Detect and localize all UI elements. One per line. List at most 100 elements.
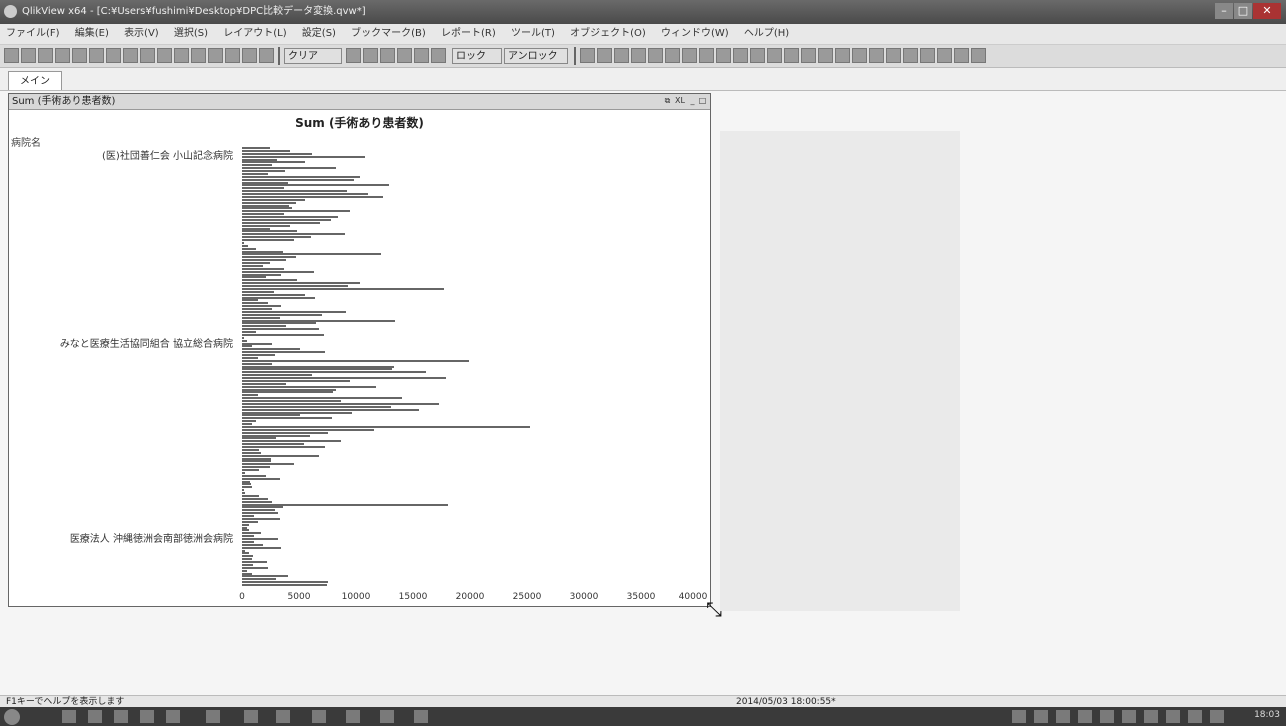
bar[interactable] bbox=[242, 198, 306, 201]
maximize-object-icon[interactable]: □ bbox=[698, 96, 707, 106]
bar[interactable] bbox=[242, 540, 255, 543]
bar[interactable] bbox=[242, 471, 246, 474]
bar[interactable] bbox=[242, 184, 389, 187]
bar[interactable] bbox=[242, 558, 253, 561]
button-object-icon[interactable] bbox=[699, 48, 714, 63]
start-button-icon[interactable] bbox=[4, 709, 20, 725]
bar[interactable] bbox=[242, 213, 284, 216]
undo-icon[interactable] bbox=[89, 48, 104, 63]
bar[interactable] bbox=[242, 466, 271, 469]
bar[interactable] bbox=[242, 529, 249, 532]
bar[interactable] bbox=[242, 287, 444, 290]
bar[interactable] bbox=[242, 549, 246, 552]
bar[interactable] bbox=[242, 581, 328, 584]
bar[interactable] bbox=[242, 270, 315, 273]
bar[interactable] bbox=[242, 391, 334, 394]
tray-icon[interactable] bbox=[1166, 710, 1180, 723]
qlikview-task-icon[interactable] bbox=[414, 710, 428, 723]
bar[interactable] bbox=[242, 336, 245, 339]
align-top-icon[interactable] bbox=[920, 48, 935, 63]
bar[interactable] bbox=[242, 520, 258, 523]
bar[interactable] bbox=[242, 532, 262, 535]
find-icon[interactable] bbox=[208, 48, 223, 63]
bar[interactable] bbox=[242, 446, 326, 449]
bar[interactable] bbox=[242, 190, 347, 193]
bar[interactable] bbox=[242, 210, 351, 213]
forward-icon[interactable] bbox=[191, 48, 206, 63]
bar[interactable] bbox=[242, 460, 272, 463]
align-bottom-icon[interactable] bbox=[937, 48, 952, 63]
minimize-object-icon[interactable]: _ bbox=[688, 96, 697, 106]
bar[interactable] bbox=[242, 164, 273, 167]
line-arrow-icon[interactable] bbox=[733, 48, 748, 63]
bar[interactable] bbox=[242, 342, 273, 345]
clear-button[interactable]: クリア bbox=[284, 48, 342, 64]
bar[interactable] bbox=[242, 161, 306, 164]
bar[interactable] bbox=[242, 492, 246, 495]
menu-selection[interactable]: 選択(S) bbox=[168, 24, 214, 44]
bar[interactable] bbox=[242, 489, 245, 492]
bar[interactable] bbox=[242, 454, 319, 457]
app-icon-6[interactable] bbox=[206, 710, 220, 723]
bar[interactable] bbox=[242, 575, 289, 578]
ie-icon[interactable] bbox=[62, 710, 76, 723]
bar[interactable] bbox=[242, 313, 323, 316]
bar[interactable] bbox=[242, 474, 266, 477]
bar[interactable] bbox=[242, 431, 328, 434]
bar[interactable] bbox=[242, 437, 276, 440]
bar[interactable] bbox=[242, 316, 281, 319]
multibox-icon[interactable] bbox=[614, 48, 629, 63]
bar[interactable] bbox=[242, 584, 327, 587]
bar[interactable] bbox=[242, 374, 312, 377]
bar[interactable] bbox=[242, 434, 310, 437]
menu-help[interactable]: ヘルプ(H) bbox=[738, 24, 795, 44]
bar[interactable] bbox=[242, 351, 326, 354]
current-selection-box-icon[interactable] bbox=[682, 48, 697, 63]
align-center-icon[interactable] bbox=[886, 48, 901, 63]
bar[interactable] bbox=[242, 325, 286, 328]
bar[interactable] bbox=[242, 408, 420, 411]
bar[interactable] bbox=[242, 193, 369, 195]
bar[interactable] bbox=[242, 457, 272, 460]
bar[interactable] bbox=[242, 451, 262, 454]
new-icon[interactable] bbox=[4, 48, 19, 63]
align-right-icon[interactable] bbox=[903, 48, 918, 63]
script-icon[interactable] bbox=[242, 48, 257, 63]
bar[interactable] bbox=[242, 290, 274, 293]
table-icon[interactable] bbox=[631, 48, 646, 63]
menu-window[interactable]: ウィンドウ(W) bbox=[655, 24, 735, 44]
bar[interactable] bbox=[242, 526, 247, 529]
bar[interactable] bbox=[242, 388, 336, 391]
bar[interactable] bbox=[242, 149, 291, 152]
bar[interactable] bbox=[242, 517, 281, 520]
tray-icon[interactable] bbox=[1122, 710, 1136, 723]
bar[interactable] bbox=[242, 239, 294, 242]
bar[interactable] bbox=[242, 339, 247, 342]
search-object-icon[interactable] bbox=[784, 48, 799, 63]
bar[interactable] bbox=[242, 348, 300, 351]
bar[interactable] bbox=[242, 322, 317, 325]
tray-icon[interactable] bbox=[1012, 710, 1026, 723]
container-icon[interactable] bbox=[801, 48, 816, 63]
bar[interactable] bbox=[242, 250, 283, 253]
bar[interactable] bbox=[242, 402, 440, 405]
bar[interactable] bbox=[242, 167, 336, 170]
bar[interactable] bbox=[242, 394, 258, 397]
bar[interactable] bbox=[242, 262, 271, 265]
bar[interactable] bbox=[242, 506, 283, 509]
bar[interactable] bbox=[242, 483, 252, 486]
bookmark-icon[interactable] bbox=[380, 48, 395, 63]
bar[interactable] bbox=[242, 241, 245, 244]
bar[interactable] bbox=[242, 512, 279, 515]
bar[interactable] bbox=[242, 477, 281, 480]
input-box-icon[interactable] bbox=[665, 48, 680, 63]
paste-icon[interactable] bbox=[157, 48, 172, 63]
distribute-icon[interactable] bbox=[954, 48, 969, 63]
bar[interactable] bbox=[242, 423, 253, 426]
bar[interactable] bbox=[242, 448, 259, 451]
bar[interactable] bbox=[242, 302, 268, 305]
app-icon-4[interactable] bbox=[140, 710, 154, 723]
bar[interactable] bbox=[242, 420, 256, 423]
close-button[interactable]: ✕ bbox=[1253, 3, 1281, 19]
bar[interactable] bbox=[242, 552, 249, 555]
